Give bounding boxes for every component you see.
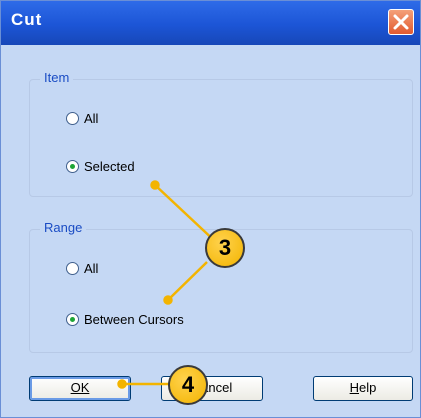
item-selected-option[interactable]: Selected <box>66 159 135 174</box>
item-group-legend: Item <box>40 70 74 85</box>
range-between-label: Between Cursors <box>84 312 184 327</box>
titlebar[interactable]: Cut <box>1 1 420 45</box>
item-all-label: All <box>84 111 99 126</box>
range-all-option[interactable]: All <box>66 261 98 276</box>
range-group-legend: Range <box>40 220 87 235</box>
cut-dialog: Cut Item All Selected Range All Between … <box>0 0 421 418</box>
close-icon <box>393 14 409 30</box>
range-all-radio[interactable] <box>66 262 79 275</box>
callout-3-badge: 3 <box>205 228 245 268</box>
dialog-title: Cut <box>11 10 43 29</box>
item-selected-radio[interactable] <box>66 160 79 173</box>
ok-button[interactable]: OK <box>29 376 131 401</box>
help-button[interactable]: Help <box>313 376 413 401</box>
item-all-option[interactable]: All <box>66 111 98 126</box>
range-between-radio[interactable] <box>66 313 79 326</box>
callout-3-number: 3 <box>218 235 232 260</box>
range-all-label: All <box>84 261 99 276</box>
callout-4-number: 4 <box>181 372 195 397</box>
item-all-radio[interactable] <box>66 112 79 125</box>
ok-button-label: OK <box>70 380 90 395</box>
range-between-option[interactable]: Between Cursors <box>66 312 184 327</box>
close-button[interactable] <box>388 9 414 35</box>
help-button-label: Help <box>349 380 377 395</box>
item-selected-label: Selected <box>84 159 135 174</box>
callout-4-badge: 4 <box>168 365 208 405</box>
item-group: Item <box>29 70 413 197</box>
